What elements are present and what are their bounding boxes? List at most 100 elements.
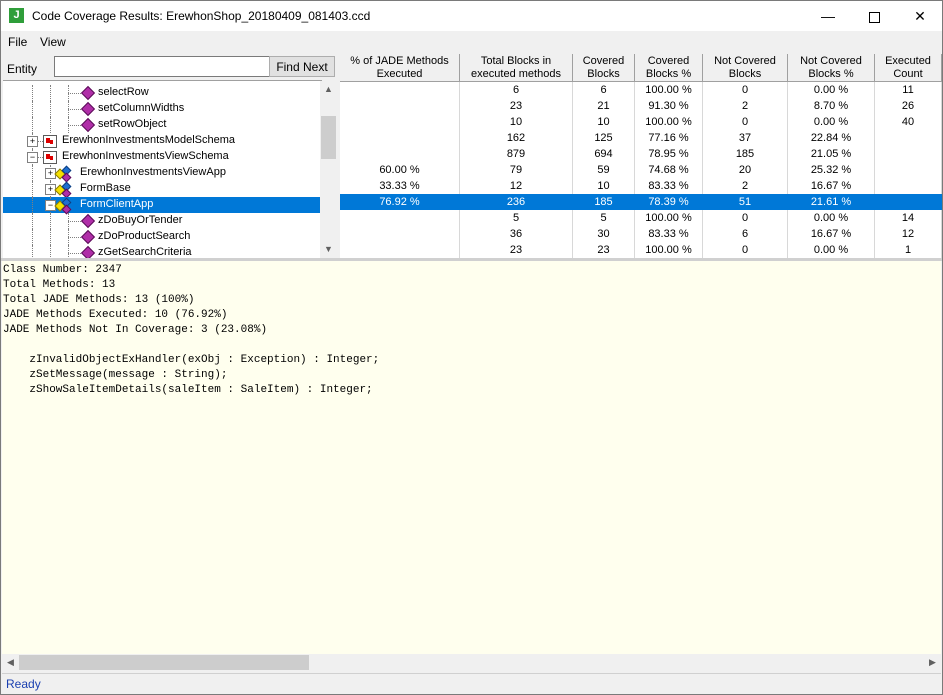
tree-row[interactable]: + ErewhonInvestmentsModelSchema: [3, 133, 322, 149]
column-header[interactable]: Not Covered Blocks: [703, 54, 788, 82]
grid-cell: 14: [875, 210, 942, 226]
grid-row[interactable]: 879 694 78.95 % 185 21.05 %: [340, 146, 942, 162]
menu-file[interactable]: File: [8, 35, 27, 49]
column-header[interactable]: Executed Count: [875, 54, 942, 82]
grid-cell: [875, 162, 942, 178]
close-button[interactable]: ✕: [897, 1, 943, 31]
grid-row[interactable]: 23 21 91.30 % 2 8.70 % 26: [340, 98, 942, 114]
grid-cell: 11: [875, 82, 942, 98]
tree-node-label: zDoBuyOrTender: [98, 214, 183, 226]
menu-view[interactable]: View: [40, 35, 66, 49]
maximize-button[interactable]: [851, 1, 897, 31]
scroll-up-arrow-icon[interactable]: ▲: [320, 81, 337, 98]
tree-row[interactable]: − ErewhonInvestmentsViewSchema: [3, 149, 322, 165]
tree-scroll-thumb[interactable]: [321, 116, 336, 159]
tree-row[interactable]: zGetSearchCriteria: [3, 245, 322, 259]
scroll-right-arrow-icon[interactable]: ▶: [924, 654, 941, 671]
grid-cell: 40: [875, 114, 942, 130]
tree-guide-line: [32, 101, 33, 117]
grid-row[interactable]: 5 5 100.00 % 0 0.00 % 14: [340, 210, 942, 226]
grid-cell: [875, 194, 942, 210]
grid-cell: 83.33 %: [635, 226, 703, 242]
entity-search-input[interactable]: [54, 56, 272, 77]
tree-row[interactable]: − FormClientApp: [3, 197, 322, 215]
menu-bar: File View: [1, 32, 942, 52]
find-next-button[interactable]: Find Next: [269, 56, 335, 77]
expand-icon[interactable]: +: [27, 136, 38, 147]
grid-cell: 20: [703, 162, 788, 178]
tree-row[interactable]: zDoProductSearch: [3, 229, 322, 245]
grid-cell: 100.00 %: [635, 114, 703, 130]
grid-cell: [340, 82, 460, 98]
grid-cell: 21.05 %: [788, 146, 875, 162]
details-scroll-thumb[interactable]: [19, 655, 309, 670]
tree-guide-line: [50, 229, 51, 245]
collapse-icon[interactable]: −: [27, 152, 38, 163]
grid-cell: 91.30 %: [635, 98, 703, 114]
tree-guide-line: [50, 85, 51, 101]
minimize-button[interactable]: —: [805, 1, 851, 31]
column-header[interactable]: % of JADE Methods Executed: [340, 54, 460, 82]
grid-cell: 0.00 %: [788, 114, 875, 130]
grid-row[interactable]: 23 23 100.00 % 0 0.00 % 1: [340, 242, 942, 258]
grid-cell: [340, 98, 460, 114]
grid-cell: 0.00 %: [788, 82, 875, 98]
grid-cell: 25.32 %: [788, 162, 875, 178]
grid-cell: 0: [703, 114, 788, 130]
grid-cell: 185: [573, 194, 635, 210]
grid-cell: 236: [460, 194, 573, 210]
method-icon: [80, 85, 96, 101]
grid-cell: 26: [875, 98, 942, 114]
tree-row[interactable]: setRowObject: [3, 117, 322, 133]
application-window: J Code Coverage Results: ErewhonShop_201…: [0, 0, 943, 695]
tree-row[interactable]: + FormBase: [3, 181, 322, 199]
jade-app-icon: J: [9, 8, 24, 23]
coverage-grid[interactable]: % of JADE Methods Executed Total Blocks i…: [340, 54, 942, 258]
grid-cell: 36: [460, 226, 573, 242]
grid-cell: 22.84 %: [788, 130, 875, 146]
scroll-down-arrow-icon[interactable]: ▼: [320, 241, 337, 258]
grid-cell: 100.00 %: [635, 210, 703, 226]
grid-cell: 23: [460, 242, 573, 258]
maximize-icon: [868, 11, 880, 23]
column-header[interactable]: Covered Blocks: [573, 54, 635, 82]
column-header[interactable]: Total Blocks in executed methods: [460, 54, 573, 82]
grid-cell: 23: [460, 98, 573, 114]
details-pane: Class Number: 2347 Total Methods: 13 Tot…: [2, 261, 941, 655]
grid-cell: 1: [875, 242, 942, 258]
grid-row[interactable]: 60.00 % 79 59 74.68 % 20 25.32 %: [340, 162, 942, 178]
grid-row[interactable]: 36 30 83.33 % 6 16.67 % 12: [340, 226, 942, 242]
tree-guide-line: [32, 197, 33, 213]
class-icon: [54, 165, 72, 183]
grid-cell: 77.16 %: [635, 130, 703, 146]
grid-cell: 79: [460, 162, 573, 178]
grid-cell: 694: [573, 146, 635, 162]
grid-row[interactable]: 6 6 100.00 % 0 0.00 % 11: [340, 82, 942, 98]
tree-guide-line: [32, 245, 33, 259]
scroll-left-arrow-icon[interactable]: ◀: [2, 654, 19, 671]
grid-row[interactable]: 76.92 % 236 185 78.39 % 51 21.61 %: [340, 194, 942, 210]
window-title: Code Coverage Results: ErewhonShop_20180…: [32, 9, 371, 23]
grid-cell: 16.67 %: [788, 226, 875, 242]
method-icon: [80, 101, 96, 117]
entity-tree[interactable]: selectRow setColumnWidths setRowObject + Ere…: [3, 80, 322, 259]
column-header[interactable]: Not Covered Blocks %: [788, 54, 875, 82]
entity-label: Entity: [7, 62, 38, 76]
grid-cell: 2: [703, 178, 788, 194]
method-icon: [80, 117, 96, 133]
column-header[interactable]: Covered Blocks %: [635, 54, 703, 82]
grid-cell: 0: [703, 82, 788, 98]
tree-row[interactable]: selectRow: [3, 85, 322, 101]
tree-row[interactable]: zDoBuyOrTender: [3, 213, 322, 229]
grid-row[interactable]: 162 125 77.16 % 37 22.84 %: [340, 130, 942, 146]
tree-row[interactable]: setColumnWidths: [3, 101, 322, 117]
tree-row[interactable]: + ErewhonInvestmentsViewApp: [3, 165, 322, 183]
details-horizontal-scrollbar[interactable]: ◀ ▶: [2, 654, 941, 671]
details-text: Class Number: 2347 Total Methods: 13 Tot…: [3, 264, 380, 396]
title-bar[interactable]: J Code Coverage Results: ErewhonShop_201…: [1, 1, 942, 31]
grid-row[interactable]: 33.33 % 12 10 83.33 % 2 16.67 %: [340, 178, 942, 194]
grid-cell: [875, 146, 942, 162]
grid-cell: 30: [573, 226, 635, 242]
grid-row[interactable]: 10 10 100.00 % 0 0.00 % 40: [340, 114, 942, 130]
tree-vertical-scrollbar[interactable]: ▲ ▼: [320, 81, 337, 258]
